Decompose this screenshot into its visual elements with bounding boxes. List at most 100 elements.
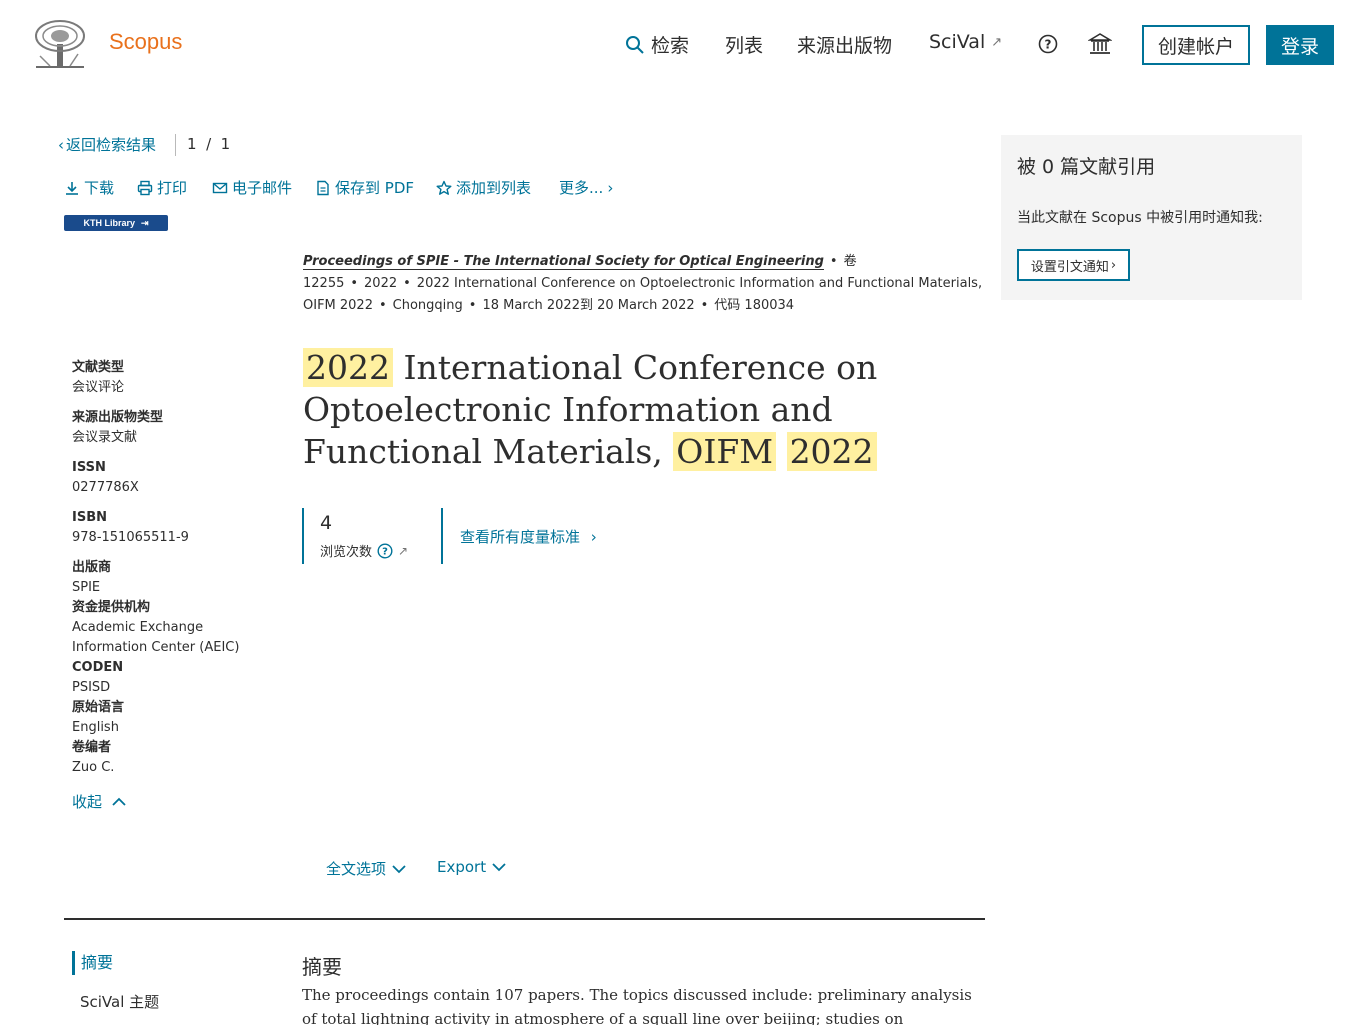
- nav-search[interactable]: 检索: [625, 31, 689, 58]
- separator-dot: •: [403, 276, 411, 291]
- help-icon[interactable]: ?: [1038, 34, 1058, 54]
- meta-value: 会议评论: [72, 380, 125, 395]
- svg-text:?: ?: [1045, 38, 1052, 52]
- meta-key: 文献类型: [72, 360, 125, 375]
- source-year: 2022: [364, 276, 398, 291]
- chevron-up-icon: [112, 797, 126, 806]
- set-citation-alert-label: 设置引文通知: [1030, 259, 1109, 275]
- source-title-link[interactable]: Proceedings of SPIE - The International …: [303, 254, 824, 270]
- meta-key: 出版商: [72, 560, 112, 575]
- separator-dot: •: [468, 298, 477, 313]
- search-icon: [626, 35, 644, 54]
- scopus-brand[interactable]: Scopus: [109, 29, 182, 55]
- meta-value: 978-151065511-9: [72, 530, 189, 545]
- kth-library-label: KTH Library: [83, 218, 135, 228]
- kth-library-badge[interactable]: KTH Library ⇥: [64, 215, 168, 231]
- chevron-right-icon: ›: [1110, 257, 1117, 273]
- chevron-right-icon: ›: [607, 178, 614, 197]
- abstract-text: The proceedings contain 107 papers. The …: [302, 986, 972, 1025]
- title-highlight: OIFM: [673, 432, 777, 471]
- source-code: 代码 180034: [714, 298, 795, 313]
- views-label: 浏览次数: [320, 545, 373, 560]
- meta-value: English: [72, 720, 119, 735]
- download-icon: [66, 181, 78, 195]
- create-account-button[interactable]: 创建帐户: [1142, 25, 1250, 65]
- cited-by-notify-text: 当此文献在 Scopus 中被引用时通知我:: [1017, 210, 1263, 226]
- download-button[interactable]: 下载: [64, 177, 114, 198]
- chevron-left-icon: ‹: [58, 135, 64, 154]
- abstract-heading: 摘要: [302, 955, 342, 979]
- external-link-icon[interactable]: ↗: [398, 544, 408, 558]
- meta-key: CODEN: [72, 660, 124, 675]
- export-label: Export: [437, 858, 487, 876]
- chevron-right-icon: ›: [590, 528, 597, 546]
- meta-value: PSISD: [72, 680, 111, 695]
- external-link-icon: ↗: [991, 34, 1003, 50]
- section-nav-scival-topics[interactable]: SciVal 主题: [80, 991, 159, 1012]
- cited-by-title: 被 0 篇文献引用: [1017, 156, 1156, 178]
- sign-in-button[interactable]: 登录: [1266, 25, 1334, 65]
- separator-dot: •: [700, 298, 709, 313]
- download-label: 下载: [84, 179, 115, 197]
- divider: [175, 134, 176, 156]
- view-all-metrics-label: 查看所有度量标准: [460, 528, 581, 546]
- save-pdf-label: 保存到 PDF: [335, 179, 414, 197]
- meta-key: 资金提供机构: [72, 600, 151, 615]
- set-citation-alert-button[interactable]: 设置引文通知 ›: [1017, 249, 1130, 281]
- meta-value: Academic Exchange Information Center (AE…: [72, 620, 240, 655]
- more-label: 更多...: [559, 179, 604, 197]
- document-title: 2022 International Conference on Optoele…: [303, 347, 983, 473]
- views-count: 4: [320, 512, 333, 534]
- save-pdf-button[interactable]: 保存到 PDF: [315, 177, 414, 198]
- elsevier-tree-logo-icon[interactable]: [32, 18, 88, 70]
- separator-dot: •: [350, 276, 359, 291]
- meta-key: ISSN: [72, 460, 106, 475]
- section-divider: [64, 918, 985, 920]
- nav-sources[interactable]: 来源出版物: [797, 31, 892, 58]
- meta-key: ISBN: [72, 510, 107, 525]
- metric-accent-bar: [302, 508, 304, 564]
- email-label: 电子邮件: [232, 179, 293, 197]
- meta-value: Zuo C.: [72, 760, 115, 775]
- svg-text:?: ?: [382, 546, 388, 557]
- login-arrow-icon: ⇥: [140, 217, 149, 228]
- print-button[interactable]: 打印: [137, 177, 187, 198]
- email-button[interactable]: 电子邮件: [212, 177, 292, 198]
- nav-scival[interactable]: SciVal ↗: [929, 31, 1002, 53]
- pdf-icon: [317, 180, 329, 195]
- export-button[interactable]: Export: [437, 858, 506, 876]
- collapse-button[interactable]: 收起: [72, 791, 126, 812]
- back-to-results-label: 返回检索结果: [66, 136, 157, 154]
- separator-dot: •: [378, 298, 387, 313]
- add-to-list-button[interactable]: 添加到列表: [436, 177, 531, 198]
- title-space: [776, 432, 787, 471]
- meta-key: 来源出版物类型: [72, 410, 164, 425]
- print-icon: [137, 180, 153, 195]
- section-nav-abstract[interactable]: 摘要: [72, 951, 113, 975]
- institution-icon[interactable]: [1087, 32, 1113, 56]
- meta-key: 卷编者: [72, 740, 112, 755]
- collapse-label: 收起: [72, 793, 103, 811]
- nav-lists[interactable]: 列表: [725, 31, 763, 58]
- views-label-row: 浏览次数 ? ↗: [320, 541, 408, 560]
- meta-value: 会议录文献: [72, 430, 138, 445]
- email-icon: [212, 182, 228, 193]
- title-highlight: 2022: [303, 348, 393, 387]
- chevron-down-icon: [492, 863, 506, 872]
- view-all-metrics-link[interactable]: 查看所有度量标准 ›: [460, 526, 597, 547]
- chevron-down-icon: [392, 864, 406, 873]
- document-metadata: 文献类型 会议评论 来源出版物类型 会议录文献 ISSN 0277786X IS…: [72, 358, 272, 778]
- add-to-list-label: 添加到列表: [456, 179, 532, 197]
- separator-dot: •: [829, 254, 838, 269]
- full-text-options-button[interactable]: 全文选项: [326, 858, 406, 879]
- help-icon[interactable]: ?: [377, 542, 393, 559]
- source-dates: 18 March 2022到 20 March 2022: [482, 298, 695, 313]
- title-highlight: 2022: [786, 432, 877, 471]
- full-text-options-label: 全文选项: [326, 860, 387, 878]
- source-location: Chongqing: [392, 298, 463, 313]
- star-icon: [436, 180, 452, 195]
- metric-accent-bar: [441, 508, 443, 564]
- meta-key: 原始语言: [72, 700, 125, 715]
- back-to-results-link[interactable]: ‹ 返回检索结果: [58, 134, 156, 155]
- more-button[interactable]: 更多... ›: [559, 177, 613, 198]
